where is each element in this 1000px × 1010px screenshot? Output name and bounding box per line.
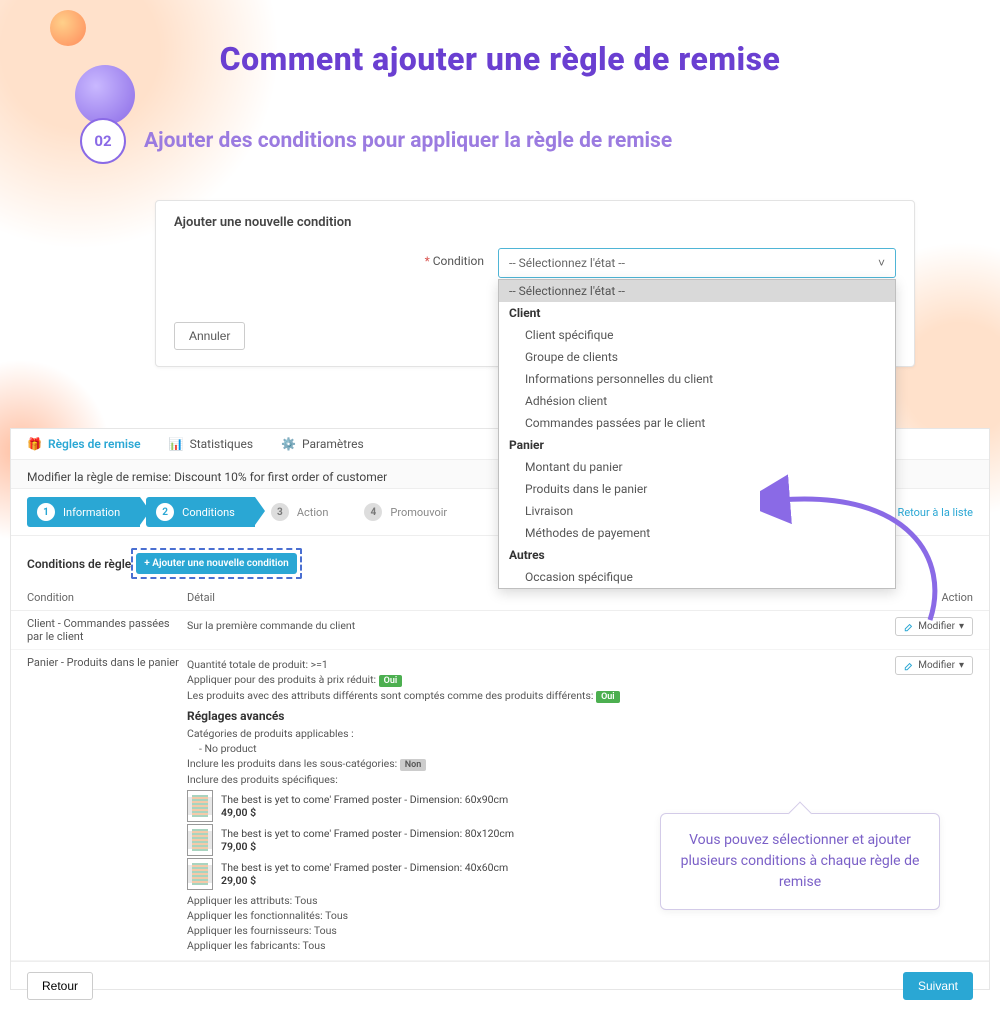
dropdown-option[interactable]: Montant du panier bbox=[499, 456, 895, 478]
dropdown-option[interactable]: Livraison bbox=[499, 500, 895, 522]
dropdown-option[interactable]: -- Sélectionnez l'état -- bbox=[499, 280, 895, 302]
wizard-step-promouvoir[interactable]: 4Promouvoir bbox=[354, 497, 467, 527]
tab-règles-de-remise[interactable]: 🎁Règles de remise bbox=[27, 437, 141, 451]
page-title: Comment ajouter une règle de remise bbox=[0, 40, 1000, 78]
back-button[interactable]: Retour bbox=[27, 972, 93, 1000]
conditions-heading: Conditions de règle bbox=[27, 557, 131, 571]
dropdown-option[interactable]: Client spécifique bbox=[499, 324, 895, 346]
step-number-badge: 02 bbox=[80, 118, 126, 164]
dropdown-option[interactable]: Produits dans le panier bbox=[499, 478, 895, 500]
wizard-step-action[interactable]: 3Action bbox=[261, 497, 349, 527]
dropdown-option[interactable]: Groupe de clients bbox=[499, 346, 895, 368]
dropdown-option[interactable]: Commandes passées par le client bbox=[499, 412, 895, 434]
gift-icon: 🎁 bbox=[27, 437, 42, 451]
condition-cell: Client - Commandes passées par le client bbox=[27, 617, 187, 643]
gear-icon: ⚙️ bbox=[281, 437, 296, 451]
stats-icon: 📊 bbox=[169, 437, 184, 451]
dropdown-group: Client bbox=[499, 302, 895, 324]
condition-select[interactable]: -- Sélectionnez l'état -- ˅ bbox=[498, 248, 896, 278]
col-action: Action bbox=[873, 591, 973, 604]
chevron-down-icon: ˅ bbox=[878, 256, 885, 270]
dropdown-group: Panier bbox=[499, 434, 895, 456]
tab-paramètres[interactable]: ⚙️Paramètres bbox=[281, 437, 364, 451]
product-thumbnail bbox=[187, 858, 213, 890]
condition-dropdown-menu[interactable]: -- Sélectionnez l'état --ClientClient sp… bbox=[498, 279, 896, 589]
step-label: Ajouter des conditions pour appliquer la… bbox=[144, 129, 672, 153]
table-row: Panier - Produits dans le panier Quantit… bbox=[11, 650, 989, 961]
oui-badge: Oui bbox=[379, 675, 403, 687]
wizard-step-conditions[interactable]: 2Conditions bbox=[146, 497, 255, 527]
dropdown-option[interactable]: Occasion spécifique bbox=[499, 566, 895, 588]
advanced-settings-heading: Réglages avancés bbox=[187, 709, 863, 723]
wizard-step-information[interactable]: 1Information bbox=[27, 497, 140, 527]
back-to-list-link[interactable]: ← Retour à la liste bbox=[884, 506, 973, 519]
help-callout: Vous pouvez sélectionner et ajouter plus… bbox=[660, 813, 940, 910]
product-thumbnail bbox=[187, 790, 213, 822]
cancel-button[interactable]: Annuler bbox=[174, 322, 245, 350]
table-row: Client - Commandes passées par le client… bbox=[11, 611, 989, 650]
step-header: 02 Ajouter des conditions pour appliquer… bbox=[80, 118, 940, 164]
dropdown-option[interactable]: Informations personnelles du client bbox=[499, 368, 895, 390]
next-button[interactable]: Suivant bbox=[903, 972, 973, 1000]
dropdown-group: Autres bbox=[499, 544, 895, 566]
col-detail: Détail bbox=[187, 591, 873, 604]
add-condition-panel: Ajouter une nouvelle condition * Conditi… bbox=[155, 200, 915, 367]
condition-cell: Panier - Produits dans le panier bbox=[27, 656, 187, 669]
dropdown-option[interactable]: Méthodes de payement bbox=[499, 522, 895, 544]
tab-statistiques[interactable]: 📊Statistiques bbox=[169, 437, 253, 451]
dropdown-option[interactable]: Adhésion client bbox=[499, 390, 895, 412]
detail-cell: Sur la première commande du client bbox=[187, 619, 873, 632]
non-badge: Non bbox=[400, 759, 427, 771]
add-condition-button[interactable]: + Ajouter une nouvelle condition bbox=[136, 553, 296, 574]
condition-label: * Condition bbox=[174, 248, 484, 268]
oui-badge: Oui bbox=[596, 691, 620, 703]
modify-button[interactable]: Modifier ▾ bbox=[895, 656, 973, 675]
modify-button[interactable]: Modifier ▾ bbox=[895, 617, 973, 636]
col-condition: Condition bbox=[27, 591, 187, 604]
panel-title: Ajouter une nouvelle condition bbox=[174, 215, 896, 230]
select-value: -- Sélectionnez l'état -- bbox=[509, 256, 625, 270]
product-thumbnail bbox=[187, 824, 213, 856]
